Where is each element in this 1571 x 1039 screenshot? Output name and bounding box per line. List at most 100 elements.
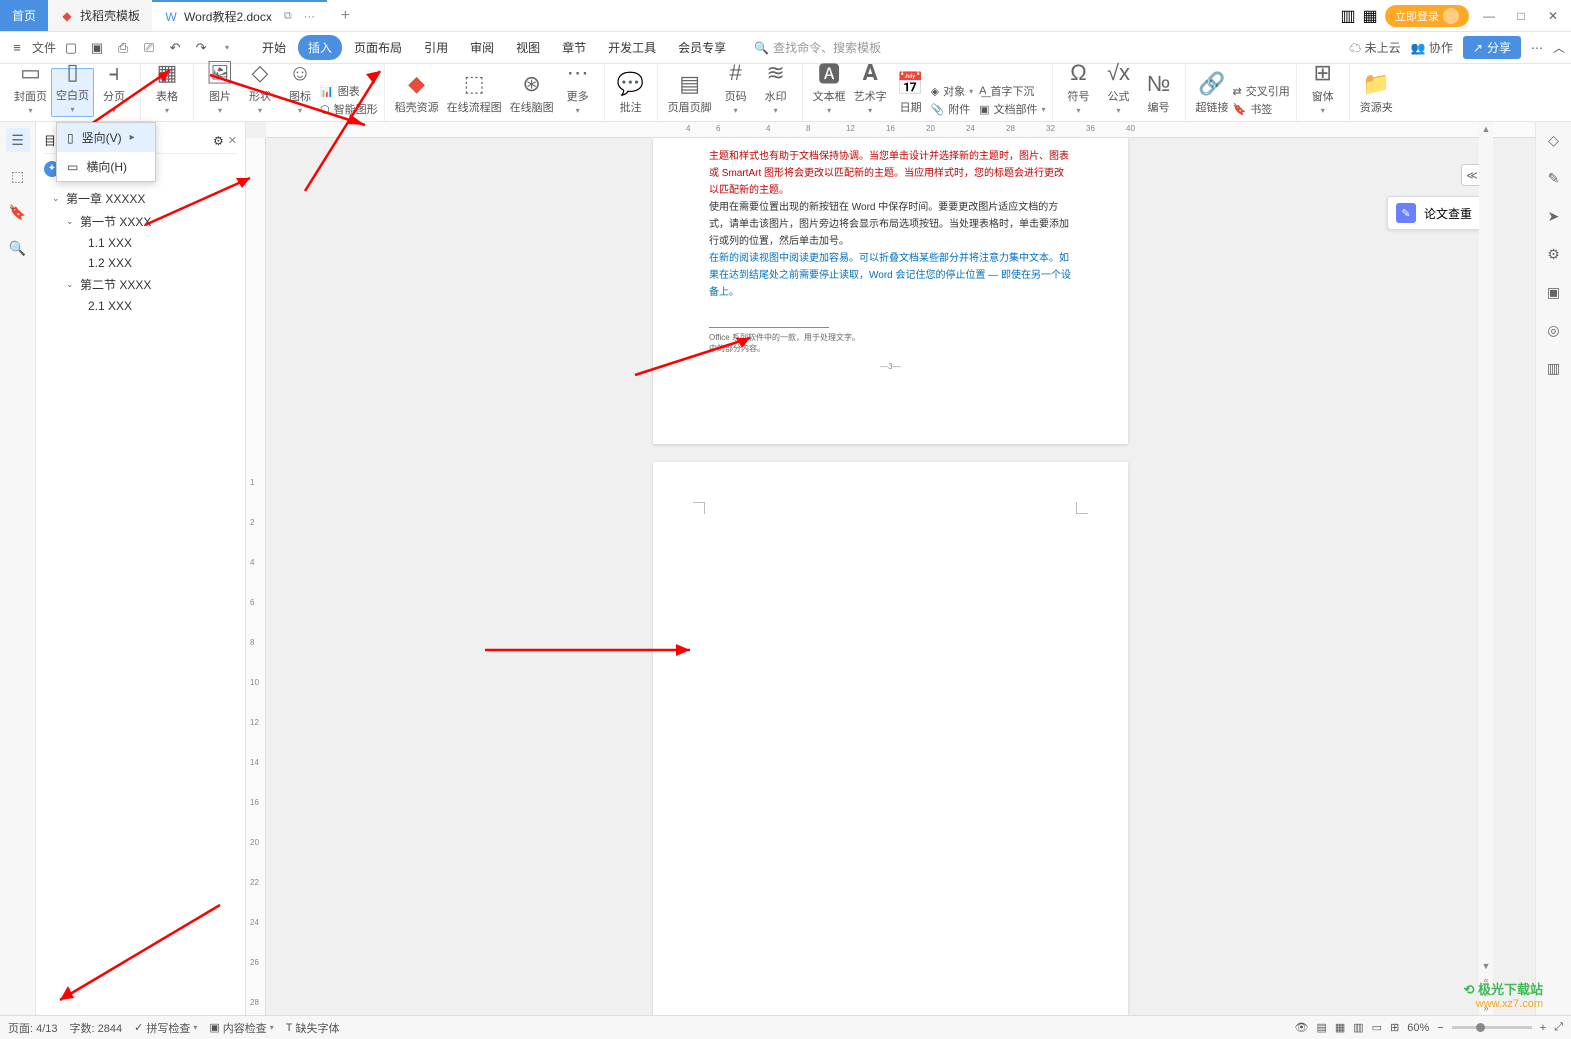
document-page[interactable]: 主题和样式也有助于文档保持协调。当您单击设计并选择新的主题时，图片、图表或 Sm… xyxy=(653,138,1128,444)
header-footer-button[interactable]: ▤页眉页脚 xyxy=(664,68,716,117)
cover-page-button[interactable]: ▭封面页▾ xyxy=(10,68,51,117)
tab-chapter[interactable]: 章节 xyxy=(552,35,596,60)
picture-button[interactable]: 🖼图片▾ xyxy=(200,68,240,117)
form-button[interactable]: ⊞窗体▾ xyxy=(1303,68,1343,117)
tree-item[interactable]: ⌄第一章 XXXXX xyxy=(44,187,237,210)
page-number-button[interactable]: #页码▾ xyxy=(716,68,756,117)
blank-page-button[interactable]: ▯空白页▾ xyxy=(51,68,94,117)
symbol-button[interactable]: Ω符号▾ xyxy=(1059,68,1099,117)
eye-icon[interactable]: 👁 xyxy=(1294,1021,1308,1034)
dropdown-item-horizontal[interactable]: ▭ 横向(H) xyxy=(57,152,155,181)
tab-pagelayout[interactable]: 页面布局 xyxy=(344,35,412,60)
collaborate-button[interactable]: 👥 协作 xyxy=(1411,39,1453,56)
window-minimize[interactable]: — xyxy=(1477,4,1501,28)
pencil-icon[interactable]: ✎ xyxy=(1542,166,1566,190)
outline-close-icon[interactable]: ✕ xyxy=(228,134,237,147)
file-menu[interactable]: 文件 xyxy=(32,37,56,59)
crossref-button[interactable]: ⇄交叉引用 xyxy=(1233,83,1290,99)
cloud-status[interactable]: ☁ 未上云 xyxy=(1349,39,1400,56)
ruler-horizontal[interactable]: 4 6 4 8 12 16 20 24 28 32 36 40 xyxy=(266,122,1535,138)
zoom-slider[interactable] xyxy=(1452,1026,1532,1029)
bookmark-panel-icon[interactable]: 🔖 xyxy=(6,200,30,224)
textbox-button[interactable]: 🅰文本框▾ xyxy=(809,68,850,117)
date-button[interactable]: 📅日期 xyxy=(891,68,931,117)
collapse-ribbon-icon[interactable]: ︿ xyxy=(1553,39,1565,56)
doc-paragraph[interactable]: 使用在需要位置出现的新按钮在 Word 中保存时间。要要更改图片适应文档的方式，… xyxy=(709,199,1072,250)
window-maximize[interactable]: □ xyxy=(1509,4,1533,28)
undo-icon[interactable]: ↶ xyxy=(164,37,186,59)
fullscreen-icon[interactable]: ⤢ xyxy=(1554,1021,1563,1034)
iconlib-button[interactable]: ☺图标▾ xyxy=(280,68,320,117)
chart-button[interactable]: 📊图表 xyxy=(320,83,378,99)
shape-button[interactable]: ◇形状▾ xyxy=(240,68,280,117)
tree-item[interactable]: 1.2 XXX xyxy=(44,253,237,273)
document-canvas[interactable]: 4 6 4 8 12 16 20 24 28 32 36 40 1 2 4 6 … xyxy=(246,122,1535,1015)
chevron-down-icon[interactable]: ⌄ xyxy=(66,216,76,227)
tab-add[interactable]: + xyxy=(327,0,364,31)
tab-document-active[interactable]: W Word教程2.docx ⧉ ⋯ xyxy=(152,0,327,31)
resource-folder-button[interactable]: 📁资源夹 xyxy=(1356,68,1397,117)
doc-paragraph[interactable]: 主题和样式也有助于文档保持协调。当您单击设计并选择新的主题时，图片、图表或 Sm… xyxy=(709,148,1072,199)
search-panel-icon[interactable]: 🔍 xyxy=(6,236,30,260)
clone-tab-icon[interactable]: ⧉ xyxy=(284,10,292,23)
nav-icon[interactable]: ⬚ xyxy=(6,164,30,188)
dropdown-item-vertical[interactable]: ▯ 竖向(V) ▸ xyxy=(57,123,155,152)
document-page[interactable] xyxy=(653,462,1128,1015)
view-read-icon[interactable]: ▭ xyxy=(1372,1021,1382,1034)
doc-paragraph[interactable]: 在新的阅读视图中阅读更加容易。可以折叠文档某些部分并将注意力集中文本。如果在达到… xyxy=(709,250,1072,301)
bookmark-button[interactable]: 🔖书签 xyxy=(1233,101,1290,117)
tab-references[interactable]: 引用 xyxy=(414,35,458,60)
object-button[interactable]: ◈对象▾ xyxy=(931,83,973,99)
docparts-button[interactable]: ▣文档部件▾ xyxy=(979,101,1045,117)
dropcap-button[interactable]: A͟首字下沉 xyxy=(979,83,1045,99)
chevron-down-icon[interactable]: ⌄ xyxy=(66,279,76,290)
tab-member[interactable]: 会员专享 xyxy=(668,35,736,60)
attachment-button[interactable]: 📎附件 xyxy=(931,101,973,117)
grid-icon[interactable]: ▦ xyxy=(1363,9,1377,23)
more-button[interactable]: ⋯更多▾ xyxy=(558,68,598,117)
wordart-button[interactable]: 𝐀艺术字▾ xyxy=(850,68,891,117)
print-preview-icon[interactable]: ⎚ xyxy=(138,37,160,59)
tab-home[interactable]: 首页 xyxy=(0,0,48,31)
library-icon[interactable]: ▥ xyxy=(1542,356,1566,380)
chevron-down-icon[interactable]: ⌄ xyxy=(52,193,62,204)
ruler-vertical[interactable]: 1 2 4 6 8 10 12 14 16 20 22 24 26 28 xyxy=(246,138,266,1015)
outline-settings-icon[interactable]: ⚙ xyxy=(213,134,224,148)
view-print-icon[interactable]: ▤ xyxy=(1316,1021,1326,1034)
comment-button[interactable]: 💬批注 xyxy=(611,68,651,117)
tab-developer[interactable]: 开发工具 xyxy=(598,35,666,60)
tree-item[interactable]: ⌄第一节 XXXX xyxy=(44,210,237,233)
target-icon[interactable]: ◎ xyxy=(1542,318,1566,342)
mindmap-button[interactable]: ⊛在线脑图 xyxy=(506,68,558,117)
ruler-toggle-icon[interactable]: ⊞ xyxy=(1390,1021,1399,1034)
qat-dropdown-icon[interactable]: ▾ xyxy=(216,37,238,59)
more-icon[interactable]: ⋯ xyxy=(1531,41,1543,55)
tab-review[interactable]: 审阅 xyxy=(460,35,504,60)
tab-insert[interactable]: 插入 xyxy=(298,35,342,60)
outline-panel-toggle[interactable]: ☰ xyxy=(6,128,30,152)
scroll-down-icon[interactable]: ▼ xyxy=(1480,959,1493,973)
layout-icon[interactable]: ▥ xyxy=(1341,9,1355,23)
scroll-up-icon[interactable]: ▲ xyxy=(1480,122,1493,136)
flowchart-button[interactable]: ⬚在线流程图 xyxy=(443,68,506,117)
cursor-icon[interactable]: ➤ xyxy=(1542,204,1566,228)
tree-item[interactable]: 1.1 XXX xyxy=(44,233,237,253)
status-wordcount[interactable]: 字数: 2844 xyxy=(70,1020,123,1036)
zoom-out-icon[interactable]: − xyxy=(1437,1022,1443,1034)
diamond-icon[interactable]: ◇ xyxy=(1542,128,1566,152)
tab-docer[interactable]: ◆ 找稻壳模板 xyxy=(48,0,152,31)
new-icon[interactable]: ▢ xyxy=(60,37,82,59)
redo-icon[interactable]: ↷ xyxy=(190,37,212,59)
view-outline-icon[interactable]: ▥ xyxy=(1353,1021,1363,1034)
tree-item[interactable]: ⌄第二节 XXXX xyxy=(44,273,237,296)
tab-start[interactable]: 开始 xyxy=(252,35,296,60)
window-close[interactable]: ✕ xyxy=(1541,4,1565,28)
zoom-in-icon[interactable]: + xyxy=(1540,1022,1546,1034)
hamburger-icon[interactable]: ≡ xyxy=(6,37,28,59)
status-missing-font[interactable]: T缺失字体 xyxy=(286,1020,340,1036)
tab-view[interactable]: 视图 xyxy=(506,35,550,60)
share-button[interactable]: ↗ 分享 xyxy=(1463,36,1521,59)
status-contentcheck[interactable]: ▣内容检查▾ xyxy=(209,1020,273,1036)
zoom-label[interactable]: 60% xyxy=(1407,1022,1429,1034)
command-search[interactable]: 🔍 查找命令、搜索模板 xyxy=(754,39,881,56)
